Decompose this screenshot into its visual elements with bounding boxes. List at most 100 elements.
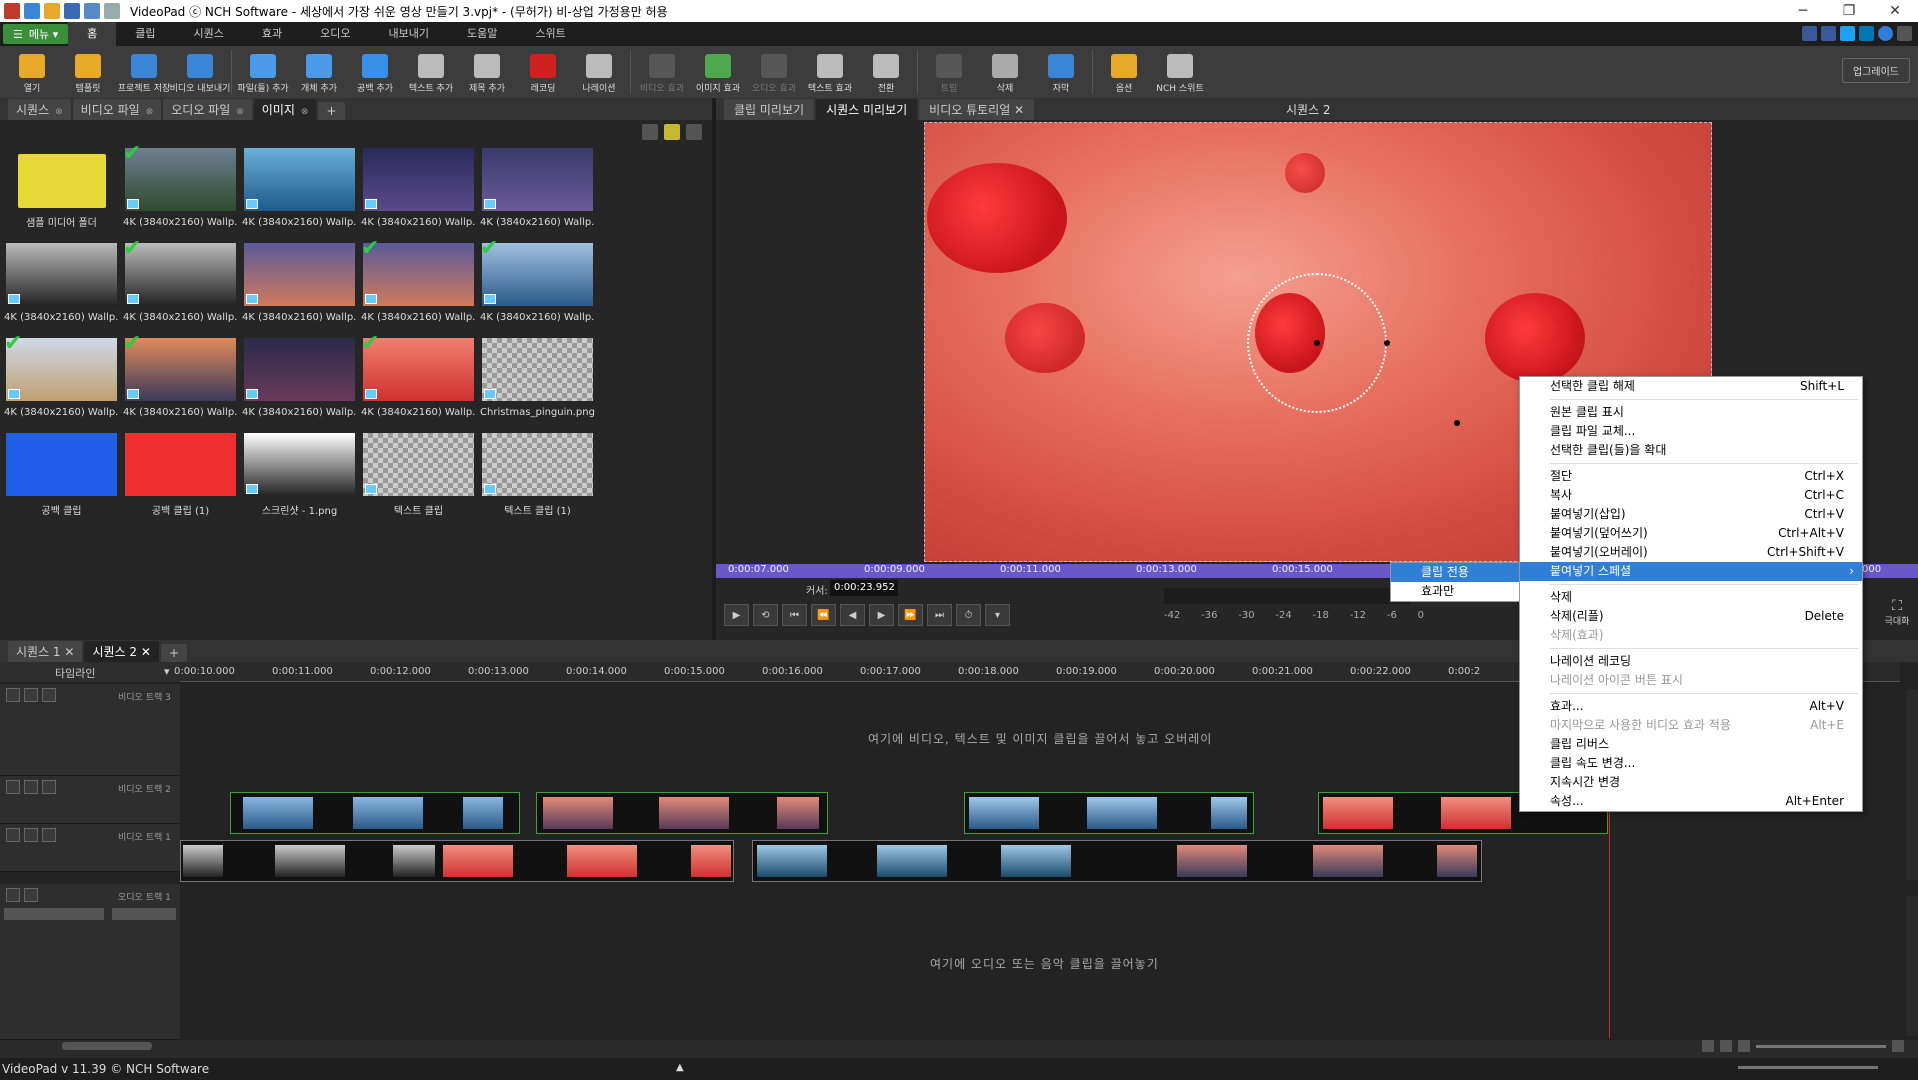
media-item[interactable]: 텍스트 클립 (1) [478,431,597,526]
undo-icon[interactable] [84,3,100,19]
bin-tab-sequences[interactable]: 시퀀스 ⊗ [8,99,71,120]
restore-button[interactable]: ❐ [1826,0,1872,22]
list-view-icon[interactable] [686,124,702,140]
media-item[interactable]: 샘플 미디어 폴더 [2,146,121,241]
zoom-max-icon[interactable] [1892,1040,1904,1052]
linkedin-icon[interactable] [1859,26,1874,41]
close-icon[interactable]: ✕ [64,645,74,659]
context-menu-item[interactable]: 붙여넣기(덮어쓰기) Ctrl+Alt+V [1520,524,1862,543]
context-menu-item[interactable]: 삭제 [1520,588,1862,607]
context-menu-item[interactable]: 클립 파일 교체... [1520,422,1862,441]
add-object-button[interactable]: 개체 추가 [291,46,347,98]
options-button[interactable]: 옵션 [1096,46,1152,98]
context-menu-item[interactable]: 나레이션 레코딩 [1520,652,1862,671]
help-icon[interactable] [1878,26,1893,41]
tab-clip-preview[interactable]: 클립 미리보기 [724,99,815,120]
nch-suite-button[interactable]: NCH 스위트 [1152,46,1208,98]
tab-help[interactable]: 도움말 [448,22,516,46]
volume-slider[interactable] [4,908,104,920]
tab-clip[interactable]: 클립 [116,22,174,46]
master-volume-slider[interactable] [1738,1066,1878,1069]
template-button[interactable]: 템플릿 [60,46,116,98]
save-icon[interactable] [64,3,80,19]
zoom-slider[interactable] [1756,1044,1886,1048]
timeline-clip[interactable] [536,792,828,834]
speed-button[interactable]: ⏱ [956,604,981,626]
media-item[interactable]: 4K (3840x2160) Wallp... [240,241,359,336]
loop-button[interactable]: ⟲ [753,604,778,626]
media-item[interactable]: 공백 클립 [2,431,121,526]
add-text-button[interactable]: 텍스트 추가 [403,46,459,98]
eye-icon[interactable] [24,828,38,842]
open-button[interactable]: 열기 [4,46,60,98]
go-to-end-button[interactable]: ⏭ [927,604,952,626]
video-effects-button[interactable]: 비디오 효과 [634,46,690,98]
text-effects-button[interactable]: 텍스트 효과 [802,46,858,98]
cursor-time-field[interactable]: 0:00:23.952 [830,580,898,596]
trim-button[interactable]: 트림 [921,46,977,98]
tab-audio[interactable]: 오디오 [301,22,369,46]
step-forward-button[interactable]: ⏩ [898,604,923,626]
like-icon[interactable] [1802,26,1817,41]
tab-sequence-preview[interactable]: 시퀀스 미리보기 [816,99,918,120]
twitter-icon[interactable] [1840,26,1855,41]
context-menu-item[interactable]: 삭제(리플) Delete [1520,607,1862,626]
context-menu-item[interactable]: 효과... Alt+V [1520,697,1862,716]
context-menu-item[interactable]: 지속시간 변경 [1520,773,1862,792]
blend-icon[interactable] [42,828,56,842]
timeline-clip[interactable] [964,792,1254,834]
main-menu-button[interactable]: ☰ 메뉴 ▾ [3,24,69,44]
context-menu-item[interactable]: 원본 클립 표시 [1520,403,1862,422]
export-video-button[interactable]: 비디오 내보내기 [170,46,230,98]
timeline-clip[interactable] [180,840,734,882]
menu-item-clip-only[interactable]: 클립 전용 [1391,563,1519,582]
add-blank-button[interactable]: 공백 추가 [347,46,403,98]
context-menu-item[interactable]: 붙여넣기 스페셜 › [1520,562,1862,581]
context-menu-item[interactable]: 붙여넣기(오버레이) Ctrl+Shift+V [1520,543,1862,562]
context-menu-item[interactable]: 선택한 클립 해제 Shift+L [1520,377,1862,396]
timeline-clip[interactable] [752,840,1482,882]
blend-icon[interactable] [42,688,56,702]
upgrade-button[interactable]: 업그레이드 [1842,58,1910,83]
context-menu-item[interactable]: 복사 Ctrl+C [1520,486,1862,505]
audio-effects-button[interactable]: 오디오 효과 [746,46,802,98]
collapse-icon[interactable] [6,780,20,794]
timeline-vertical-scrollbar[interactable] [1906,690,1918,880]
media-item[interactable]: ✔ 4K (3840x2160) Wallp... [359,333,478,431]
timeline-mode-selector[interactable]: 타임라인 ▾ [0,662,180,682]
delete-button[interactable]: 삭제 [977,46,1033,98]
close-icon[interactable]: ✕ [141,645,151,659]
facebook-icon[interactable] [1821,26,1836,41]
add-files-button[interactable]: 파일(들) 추가 [235,46,291,98]
image-effects-button[interactable]: 이미지 효과 [690,46,746,98]
media-item[interactable]: ✔ 4K (3840x2160) Wallp... [121,333,240,431]
tab-effects[interactable]: 효과 [243,22,301,46]
narrate-button[interactable]: 나레이션 [571,46,627,98]
selection-handle[interactable] [1454,420,1460,426]
add-sequence-button[interactable]: + [160,644,187,662]
media-item[interactable]: 4K (3840x2160) Wallp... [359,146,478,241]
scrollbar-thumb[interactable] [62,1042,152,1050]
sequence-tab-2[interactable]: 시퀀스 2 ✕ [84,641,159,662]
bin-tab-images[interactable]: 이미지 ⊗ [253,99,317,120]
media-item[interactable]: 공백 클립 (1) [121,431,240,526]
media-item[interactable]: 4K (3840x2160) Wallp... [2,241,121,336]
redo-icon[interactable] [104,3,120,19]
trash-icon[interactable] [642,124,658,140]
close-icon[interactable]: ⊗ [236,107,244,117]
context-menu-item[interactable]: 클립 속도 변경... [1520,754,1862,773]
previous-frame-button[interactable]: ◀ [840,604,865,626]
save-project-button[interactable]: 프로젝트 저장 [116,46,172,98]
fit-icon[interactable] [1702,1040,1714,1052]
context-menu-item[interactable]: 절단 Ctrl+X [1520,467,1862,486]
add-bin-tab-button[interactable]: + [318,102,345,120]
add-title-button[interactable]: 제목 추가 [459,46,515,98]
eye-icon[interactable] [24,780,38,794]
play-button[interactable]: ▶ [724,604,749,626]
bin-tab-audio-files[interactable]: 오디오 파일 ⊗ [163,99,252,120]
media-item[interactable]: 4K (3840x2160) Wallp... [478,146,597,241]
timeline-horizontal-scrollbar[interactable] [0,1040,1918,1052]
media-item[interactable]: ✔ 4K (3840x2160) Wallp... [2,333,121,431]
bin-tab-video-files[interactable]: 비디오 파일 ⊗ [72,99,162,120]
expand-icon[interactable] [6,688,20,702]
